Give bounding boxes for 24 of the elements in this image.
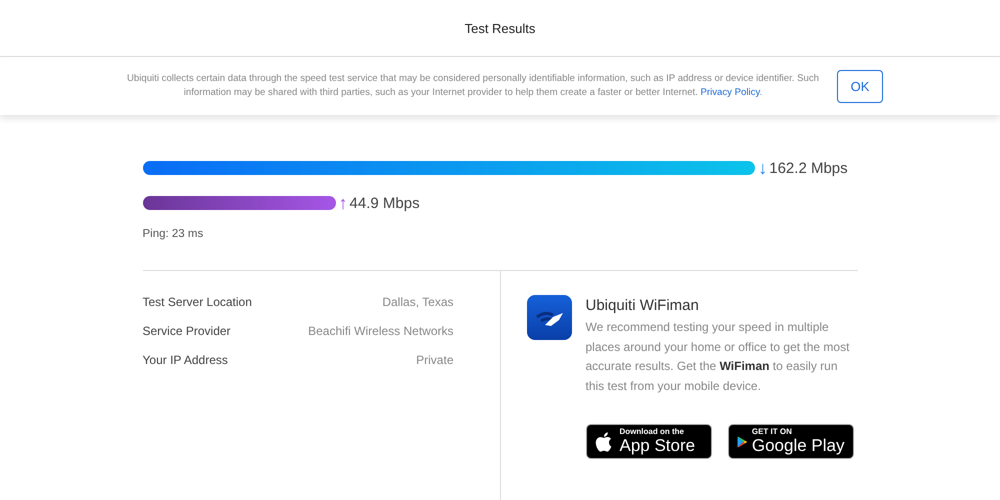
ping-reading: Ping: 23 ms bbox=[142, 228, 204, 240]
app-description: We recommend testing your speed in multiple places around your home or office to get the most accurate results. Get the WiFiman to easily run this test from your mobile device. bbox=[586, 319, 850, 394]
detail-value: Beachifi Wireless Networks bbox=[308, 324, 454, 338]
detail-label: Test Server Location bbox=[142, 295, 252, 309]
detail-value: Private bbox=[416, 353, 454, 367]
detail-label: Your IP Address bbox=[142, 353, 228, 367]
ok-button[interactable]: OK bbox=[837, 70, 883, 102]
detail-label: Service Provider bbox=[142, 324, 231, 338]
download-arrow: ↓ bbox=[758, 158, 768, 178]
privacy-policy-link[interactable]: Privacy Policy bbox=[700, 87, 760, 98]
app-icon[interactable] bbox=[526, 295, 572, 340]
privacy-notice: Ubiquiti collects certain data through the speed test service that may be considered personally identifiable information, such as IP address or device identifier. Such information may be shared with third parties, such as your Internet provider to help them create a faster or better Internet. Privacy Policy. bbox=[126, 72, 820, 100]
app-title: Ubiquiti WiFiman bbox=[586, 297, 700, 314]
detail-value: Dallas, Texas bbox=[382, 295, 454, 309]
badge-caption: Download on the bbox=[620, 428, 685, 437]
badge-caption: GET IT ON bbox=[752, 428, 793, 437]
store-name: App Store bbox=[620, 436, 696, 455]
apple-store-badge[interactable]: Download on the App Store bbox=[586, 424, 712, 459]
upload-arrow: ↑ bbox=[338, 192, 348, 214]
google-store-badge[interactable]: GET IT ON Google Play bbox=[728, 424, 854, 459]
download-speed-reading: 162.2 Mbps bbox=[769, 160, 848, 176]
store-name: Google Play bbox=[752, 436, 844, 455]
upload-speed-reading: 44.9 Mbps bbox=[350, 194, 420, 212]
page-title: Test Results bbox=[464, 20, 536, 36]
